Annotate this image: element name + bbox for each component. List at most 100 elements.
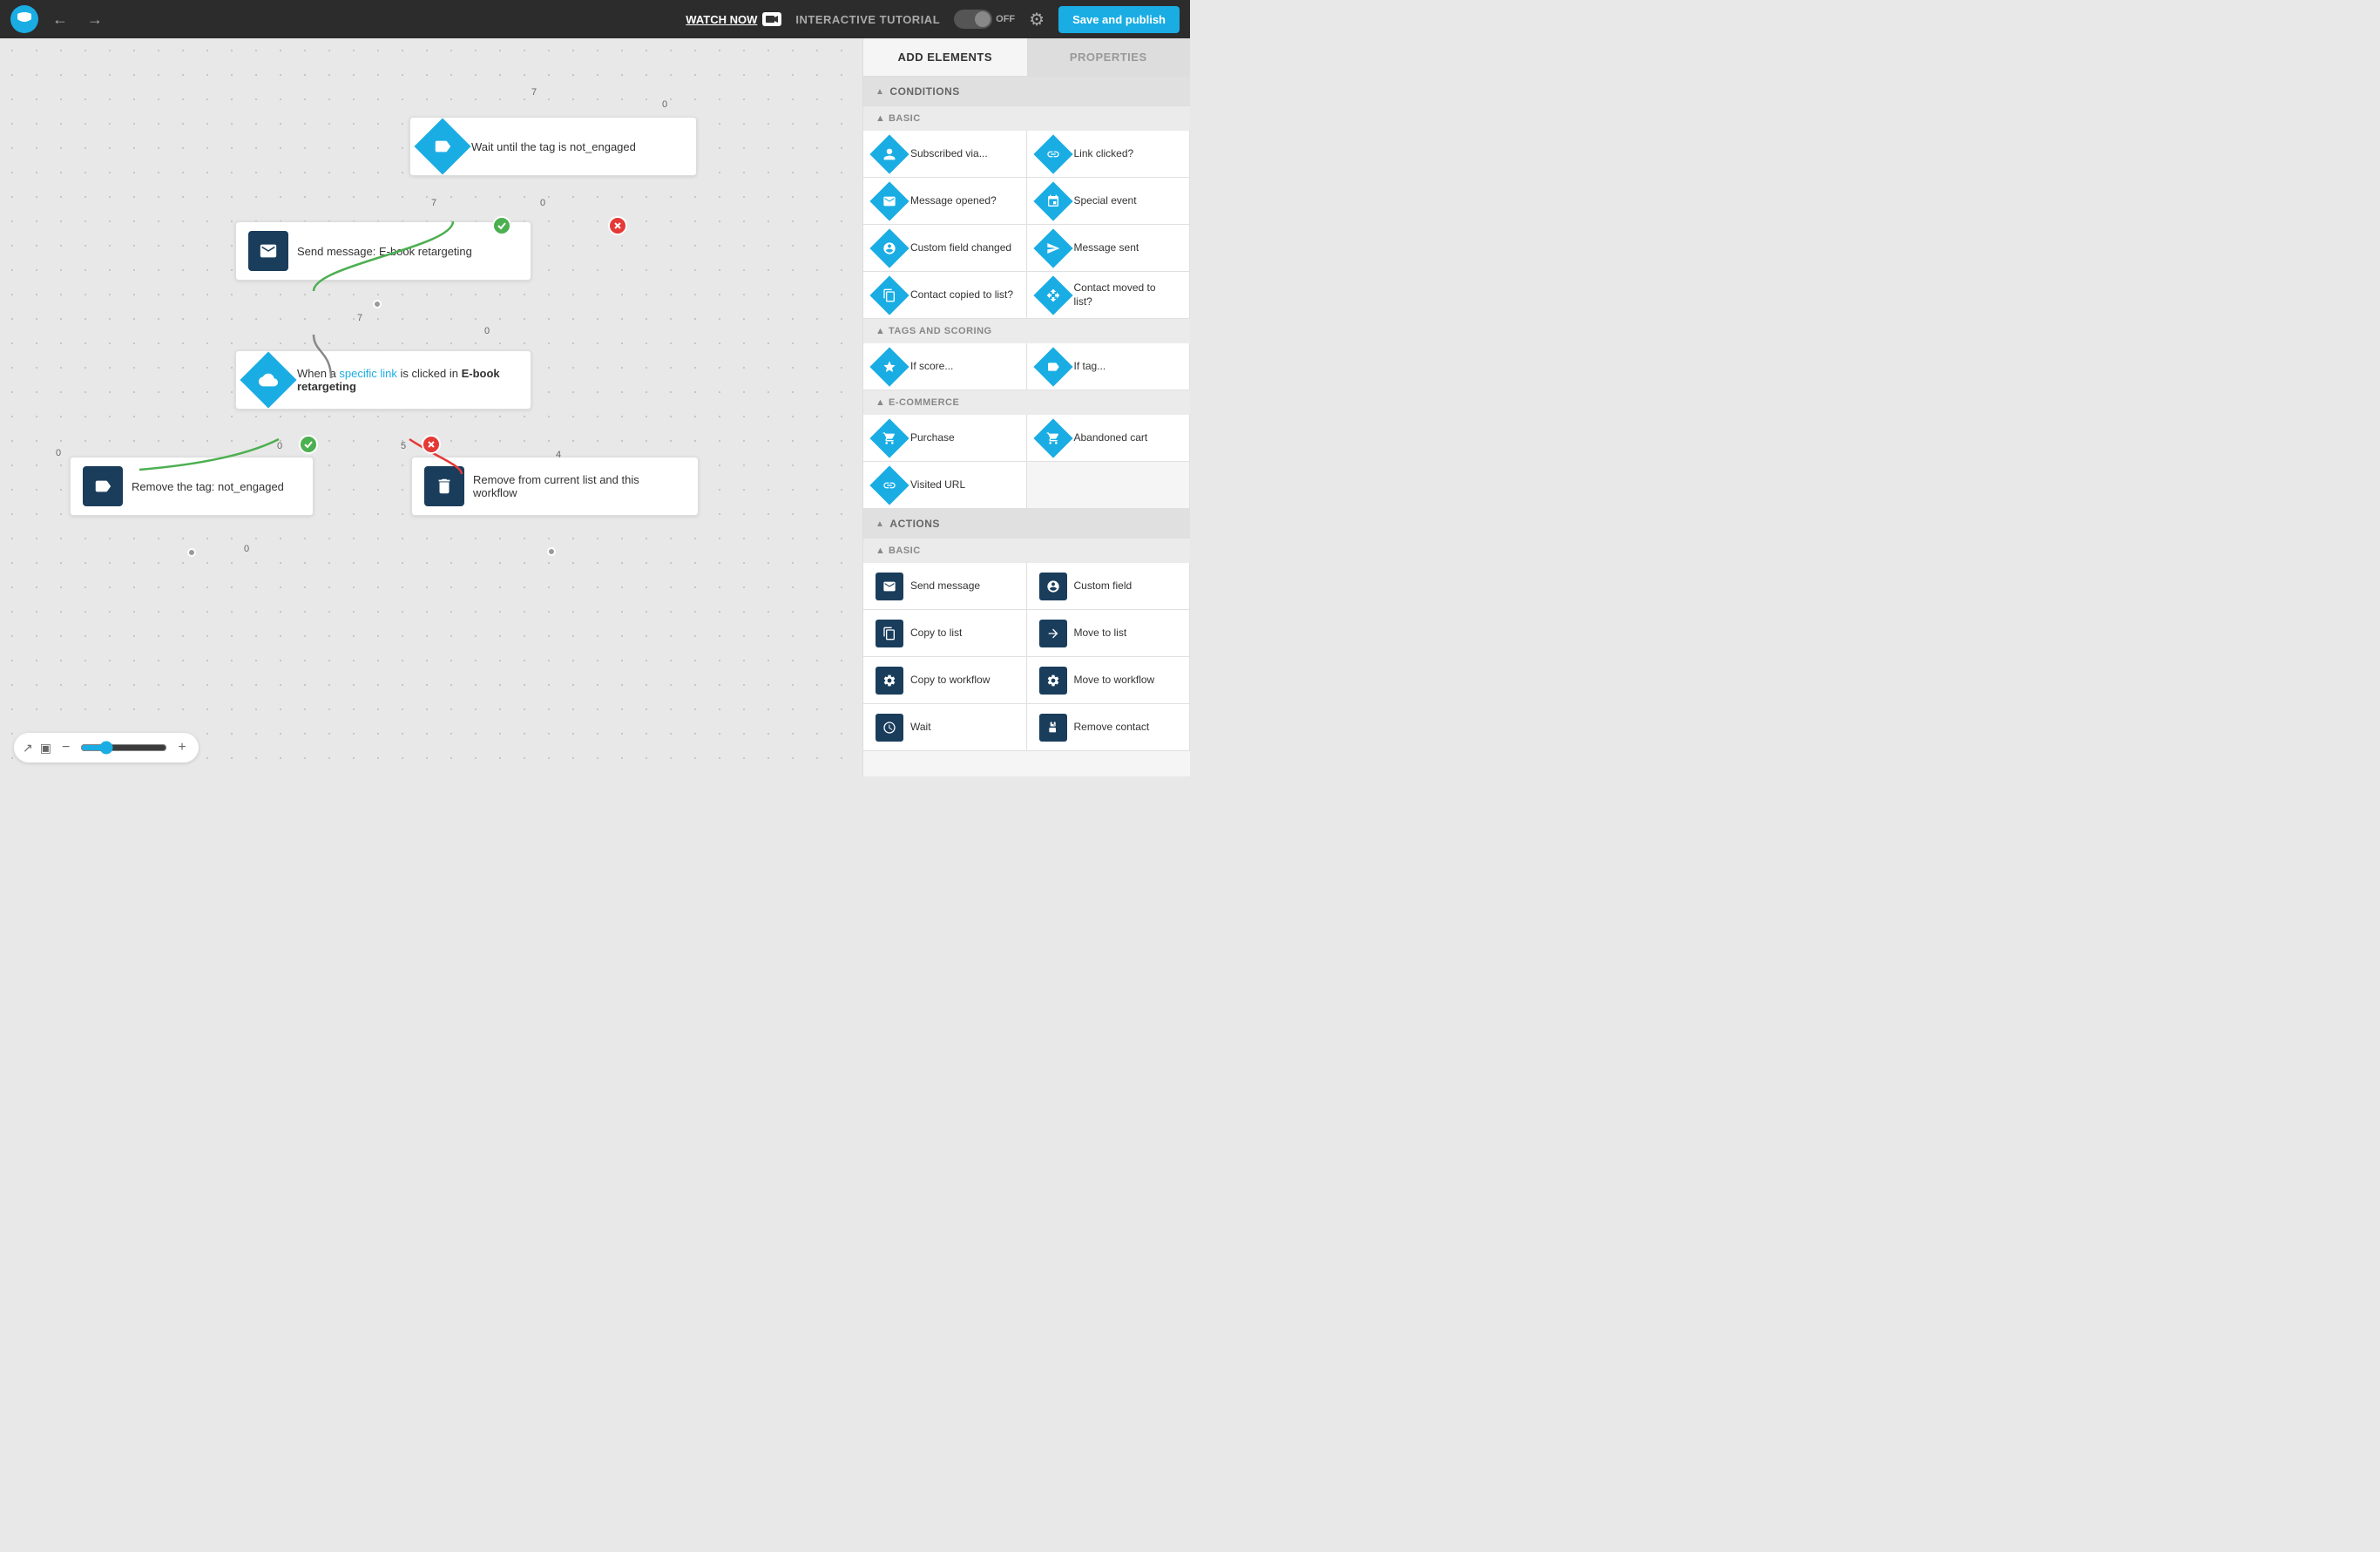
add-elements-tab[interactable]: ADD ELEMENTS xyxy=(863,38,1027,76)
element-link-clicked[interactable]: Link clicked? xyxy=(1027,131,1191,178)
action-custom-field[interactable]: Custom field xyxy=(1027,563,1191,610)
counter-0f: 0 xyxy=(244,544,249,554)
wait-tag-icon xyxy=(414,118,470,174)
remove-tag-bottom-connector xyxy=(187,548,196,557)
toggle-knob xyxy=(975,11,991,27)
copy-list-action-icon xyxy=(876,620,903,647)
remove-tag-icon xyxy=(83,466,123,506)
send-message-node[interactable]: Send message: E-book retargeting xyxy=(235,221,531,281)
action-copy-to-workflow[interactable]: Copy to workflow xyxy=(863,657,1027,704)
custom-field-changed-icon xyxy=(869,228,909,268)
workflow-canvas[interactable]: 7 0 Wait until the tag is not_engaged 7 … xyxy=(0,38,862,776)
tutorial-label: INTERACTIVE TUTORIAL xyxy=(795,13,940,26)
send-message-icon xyxy=(248,231,288,271)
counter-7a: 7 xyxy=(531,87,537,98)
wait-tag-no-connector xyxy=(608,216,627,235)
action-send-message[interactable]: Send message xyxy=(863,563,1027,610)
element-message-opened[interactable]: Message opened? xyxy=(863,178,1027,225)
settings-button[interactable]: ⚙ xyxy=(1029,9,1045,30)
element-custom-field-changed[interactable]: Custom field changed xyxy=(863,225,1027,272)
counter-0e: 0 xyxy=(56,448,61,458)
toggle-track[interactable] xyxy=(954,10,992,29)
visited-url-icon xyxy=(869,465,909,505)
wait-action-icon xyxy=(876,714,903,742)
condition-link-icon xyxy=(240,351,296,408)
zoom-out-button[interactable]: − xyxy=(58,738,73,757)
action-wait[interactable]: Wait xyxy=(863,704,1027,751)
element-abandoned-cart[interactable]: Abandoned cart xyxy=(1027,415,1191,462)
conditions-label: CONDITIONS xyxy=(889,85,959,98)
send-message-bottom-connector xyxy=(373,300,382,308)
element-purchase[interactable]: Purchase xyxy=(863,415,1027,462)
element-if-score[interactable]: If score... xyxy=(863,343,1027,390)
element-if-tag[interactable]: If tag... xyxy=(1027,343,1191,390)
remove-tag-node[interactable]: Remove the tag: not_engaged xyxy=(70,457,314,516)
action-copy-to-list[interactable]: Copy to list xyxy=(863,610,1027,657)
link-clicked-icon xyxy=(1033,134,1072,173)
ecommerce-header: ▲ E-COMMERCE xyxy=(863,390,1190,415)
save-publish-button[interactable]: Save and publish xyxy=(1058,6,1180,33)
conditions-basic-arrow: ▲ xyxy=(876,113,889,124)
element-subscribed[interactable]: Subscribed via... xyxy=(863,131,1027,178)
send-message-label: Send message: E-book retargeting xyxy=(297,245,472,258)
element-contact-copied[interactable]: Contact copied to list? xyxy=(863,272,1027,319)
if-score-icon xyxy=(869,347,909,386)
watch-now-link[interactable]: WATCH NOW xyxy=(686,12,781,26)
move-workflow-action-icon xyxy=(1039,667,1067,695)
element-empty xyxy=(1027,462,1191,509)
conditions-basic-header: ▲ BASIC xyxy=(863,106,1190,131)
top-navigation: ← → WATCH NOW INTERACTIVE TUTORIAL OFF ⚙… xyxy=(0,0,1190,38)
toggle-state-label: OFF xyxy=(996,14,1015,24)
counter-7c: 7 xyxy=(357,313,362,323)
counter-0b: 0 xyxy=(540,198,545,208)
ecommerce-arrow: ▲ xyxy=(876,397,889,408)
watch-now-label: WATCH NOW xyxy=(686,13,757,26)
remove-list-bottom-connector xyxy=(547,547,556,556)
send-message-action-icon xyxy=(876,573,903,600)
wait-tag-node[interactable]: Wait until the tag is not_engaged xyxy=(409,117,697,176)
subscribed-icon xyxy=(869,134,909,173)
action-move-to-workflow[interactable]: Move to workflow xyxy=(1027,657,1191,704)
tutorial-toggle[interactable]: OFF xyxy=(954,10,1015,29)
element-special-event[interactable]: Special event xyxy=(1027,178,1191,225)
special-event-icon xyxy=(1033,181,1072,220)
tags-scoring-header: ▲ TAGS AND SCORING xyxy=(863,319,1190,343)
actions-basic-arrow: ▲ xyxy=(876,546,889,556)
condition-yes-connector xyxy=(299,435,318,454)
zoom-slider[interactable] xyxy=(80,741,167,755)
purchase-icon xyxy=(869,418,909,457)
ecommerce-label: E-COMMERCE xyxy=(889,397,959,408)
condition-link-node[interactable]: When a specific link is clicked in E-boo… xyxy=(235,350,531,410)
element-message-sent[interactable]: Message sent xyxy=(1027,225,1191,272)
actions-section-header[interactable]: ▲ ACTIONS xyxy=(863,509,1190,539)
full-screen-button[interactable]: ▣ xyxy=(40,741,51,756)
action-move-to-list[interactable]: Move to list xyxy=(1027,610,1191,657)
properties-tab[interactable]: PROPERTIES xyxy=(1027,38,1191,76)
remove-contact-action-icon xyxy=(1039,714,1067,742)
remove-list-label: Remove from current list and this workfl… xyxy=(473,473,686,499)
wait-tag-yes-connector xyxy=(492,216,511,235)
fit-view-button[interactable]: ↗ xyxy=(23,741,33,756)
if-tag-icon xyxy=(1033,347,1072,386)
tags-scoring-arrow: ▲ xyxy=(876,326,889,336)
zoom-controls: ↗ ▣ − + xyxy=(14,733,199,762)
panel-tabs: ADD ELEMENTS PROPERTIES xyxy=(863,38,1190,77)
element-visited-url[interactable]: Visited URL xyxy=(863,462,1027,509)
remove-list-icon xyxy=(424,466,464,506)
conditions-basic-label: BASIC xyxy=(889,113,921,124)
message-opened-icon xyxy=(869,181,909,220)
condition-no-connector xyxy=(422,435,441,454)
app-logo xyxy=(10,5,38,33)
remove-list-node[interactable]: Remove from current list and this workfl… xyxy=(411,457,699,516)
zoom-in-button[interactable]: + xyxy=(174,738,189,757)
actions-basic-grid: Send message Custom field Copy to list xyxy=(863,563,1190,751)
action-remove-contact[interactable]: Remove contact xyxy=(1027,704,1191,751)
redo-button[interactable]: → xyxy=(82,7,108,32)
undo-button[interactable]: ← xyxy=(47,7,73,32)
camera-icon xyxy=(762,12,781,26)
conditions-section-header[interactable]: ▲ CONDITIONS xyxy=(863,77,1190,106)
element-contact-moved[interactable]: Contact moved to list? xyxy=(1027,272,1191,319)
actions-arrow: ▲ xyxy=(876,519,884,529)
conditions-basic-grid: Subscribed via... Link clicked? Message … xyxy=(863,131,1190,319)
move-list-action-icon xyxy=(1039,620,1067,647)
